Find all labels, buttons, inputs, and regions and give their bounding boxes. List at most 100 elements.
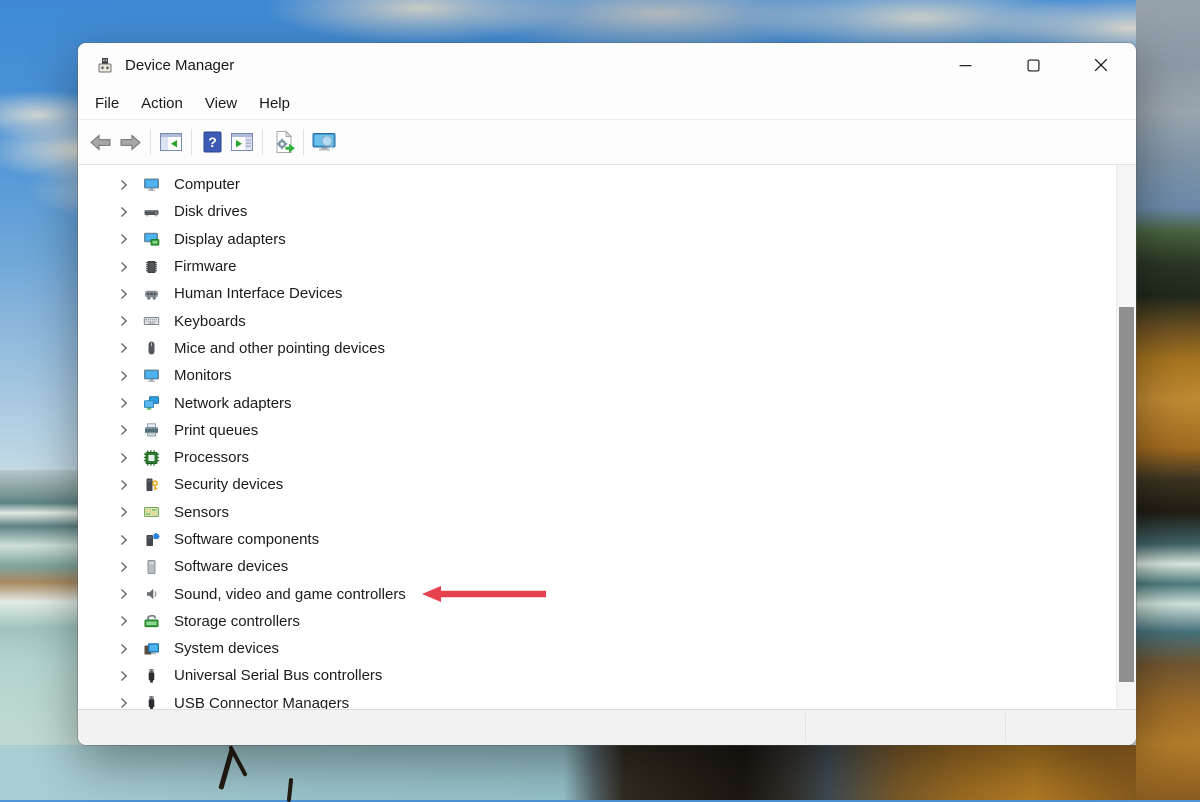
tree-item-firmware[interactable]: Firmware <box>78 253 1117 280</box>
monitor-icon <box>142 368 160 384</box>
device-search-button[interactable] <box>309 126 339 158</box>
back-button[interactable] <box>85 126 115 158</box>
action-pane-icon <box>230 132 254 152</box>
chevron-right-icon[interactable] <box>116 205 132 219</box>
device-manager-window: Device Manager FileActionViewHelp ? Comp… <box>78 43 1136 745</box>
tree-item-monitors[interactable]: Monitors <box>78 362 1117 389</box>
tree-item-sensors[interactable]: Sensors <box>78 499 1117 526</box>
tree-item-label: Universal Serial Bus controllers <box>174 667 382 684</box>
printer-icon <box>142 422 160 438</box>
tree-item-software-components[interactable]: Software components <box>78 526 1117 553</box>
tree-item-label: Print queues <box>174 422 258 439</box>
chevron-right-icon[interactable] <box>116 451 132 465</box>
title-bar[interactable]: Device Manager <box>78 43 1136 88</box>
tree-item-label: Sound, video and game controllers <box>174 586 406 603</box>
chevron-right-icon[interactable] <box>116 533 132 547</box>
desktop: { "window": { "title": "Device Manager",… <box>0 0 1200 800</box>
tree-item-label: Security devices <box>174 476 283 493</box>
status-bar <box>78 709 1136 745</box>
forward-button[interactable] <box>115 126 145 158</box>
minimize-icon <box>959 59 972 72</box>
wallpaper-cliff <box>1136 0 1200 800</box>
usb-icon <box>142 668 160 684</box>
chevron-right-icon[interactable] <box>116 287 132 301</box>
usb-icon <box>142 695 160 709</box>
chevron-right-icon[interactable] <box>116 560 132 574</box>
show-action-pane-button[interactable] <box>227 126 257 158</box>
chevron-right-icon[interactable] <box>116 669 132 683</box>
vertical-scrollbar[interactable] <box>1116 165 1136 709</box>
scan-for-hardware-changes-button[interactable] <box>268 126 298 158</box>
chevron-right-icon[interactable] <box>116 423 132 437</box>
computer-icon <box>142 177 160 193</box>
chevron-right-icon[interactable] <box>116 478 132 492</box>
computer-search-icon <box>312 131 337 153</box>
menu-help[interactable]: Help <box>248 92 301 115</box>
device-manager-icon <box>96 57 114 75</box>
storage-controller-icon <box>142 613 160 629</box>
tree-item-mice-and-other-pointing-devices[interactable]: Mice and other pointing devices <box>78 335 1117 362</box>
tree-item-universal-serial-bus-controllers[interactable]: Universal Serial Bus controllers <box>78 662 1117 689</box>
svg-text:?: ? <box>208 134 217 150</box>
chevron-right-icon[interactable] <box>116 587 132 601</box>
status-bar-separator <box>805 713 806 742</box>
tree-item-usb-connector-managers[interactable]: USB Connector Managers <box>78 690 1117 709</box>
scan-hardware-icon <box>272 130 295 154</box>
tree-item-computer[interactable]: Computer <box>78 171 1117 198</box>
chevron-right-icon[interactable] <box>116 178 132 192</box>
chevron-right-icon[interactable] <box>116 696 132 709</box>
security-device-icon <box>142 477 160 493</box>
chevron-right-icon[interactable] <box>116 314 132 328</box>
keyboard-icon <box>142 313 160 329</box>
close-button[interactable] <box>1067 44 1135 86</box>
minimize-button[interactable] <box>931 44 999 86</box>
chevron-right-icon[interactable] <box>116 369 132 383</box>
back-icon <box>89 133 112 152</box>
toolbar-separator <box>262 129 263 155</box>
tree-item-label: System devices <box>174 640 279 657</box>
maximize-icon <box>1027 59 1040 72</box>
window-title: Device Manager <box>125 57 234 74</box>
tree-item-label: Disk drives <box>174 203 247 220</box>
chevron-right-icon[interactable] <box>116 232 132 246</box>
show-console-tree-button[interactable] <box>156 126 186 158</box>
menu-view[interactable]: View <box>194 92 248 115</box>
menu-file[interactable]: File <box>84 92 130 115</box>
tree-item-print-queues[interactable]: Print queues <box>78 417 1117 444</box>
help-button[interactable]: ? <box>197 126 227 158</box>
chevron-right-icon[interactable] <box>116 614 132 628</box>
device-tree: Computer Disk drives Display adapters Firmw… <box>78 171 1117 709</box>
tree-item-display-adapters[interactable]: Display adapters <box>78 226 1117 253</box>
tree-item-software-devices[interactable]: Software devices <box>78 553 1117 580</box>
tree-item-sound-video-and-game-controllers[interactable]: Sound, video and game controllers <box>78 580 1117 607</box>
display-adapter-icon <box>142 231 160 247</box>
scrollbar-thumb[interactable] <box>1119 307 1134 682</box>
tree-item-human-interface-devices[interactable]: Human Interface Devices <box>78 280 1117 307</box>
tree-item-label: Human Interface Devices <box>174 285 342 302</box>
console-tree-icon <box>159 132 183 152</box>
tree-item-label: Computer <box>174 176 240 193</box>
tree-item-system-devices[interactable]: System devices <box>78 635 1117 662</box>
chevron-right-icon[interactable] <box>116 260 132 274</box>
tree-item-processors[interactable]: Processors <box>78 444 1117 471</box>
chevron-right-icon[interactable] <box>116 396 132 410</box>
tree-item-label: Display adapters <box>174 231 286 248</box>
chevron-right-icon[interactable] <box>116 505 132 519</box>
tree-item-label: Firmware <box>174 258 237 275</box>
tree-item-label: USB Connector Managers <box>174 695 349 709</box>
tree-item-network-adapters[interactable]: Network adapters <box>78 389 1117 416</box>
tree-item-label: Processors <box>174 449 249 466</box>
hid-icon <box>142 286 160 302</box>
tree-item-label: Sensors <box>174 504 229 521</box>
menu-action[interactable]: Action <box>130 92 194 115</box>
chevron-right-icon[interactable] <box>116 341 132 355</box>
toolbar: ? <box>78 119 1136 165</box>
maximize-button[interactable] <box>999 44 1067 86</box>
tree-item-keyboards[interactable]: Keyboards <box>78 307 1117 334</box>
chevron-right-icon[interactable] <box>116 642 132 656</box>
tree-item-disk-drives[interactable]: Disk drives <box>78 198 1117 225</box>
tree-item-storage-controllers[interactable]: Storage controllers <box>78 608 1117 635</box>
wallpaper-shore-bottom <box>0 745 1200 800</box>
tree-item-security-devices[interactable]: Security devices <box>78 471 1117 498</box>
network-adapter-icon <box>142 395 160 411</box>
